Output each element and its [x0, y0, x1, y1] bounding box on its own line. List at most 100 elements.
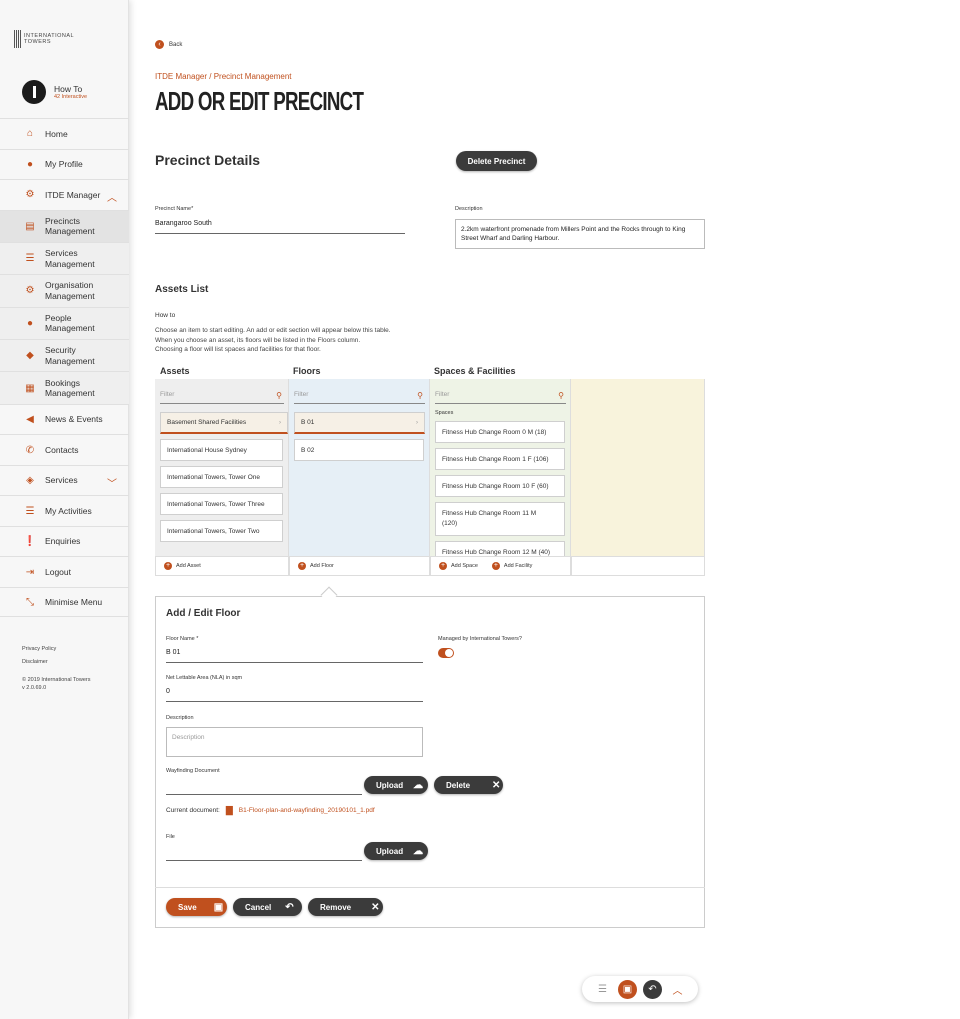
- chevron-right-icon: ›: [416, 419, 418, 426]
- nav-item-precincts-management[interactable]: ▤ Precincts Management: [0, 209, 129, 242]
- save-label: Save: [178, 902, 197, 912]
- search-icon[interactable]: ⚲: [558, 391, 564, 400]
- upload-label: Upload: [376, 780, 404, 790]
- description-textarea[interactable]: 2.2km waterfront promenade from Millers …: [455, 219, 705, 249]
- space-item[interactable]: Fitness Hub Change Room 11 M (120): [435, 502, 565, 536]
- undo-icon[interactable]: ↶: [643, 979, 662, 999]
- nav-item-logout[interactable]: ⇥ Logout: [0, 556, 129, 587]
- nav-label-services: Services: [45, 248, 78, 259]
- space-label-1: Fitness Hub Change Room 0 M (18): [442, 428, 547, 436]
- breadcrumb[interactable]: ITDE Manager / Precinct Management: [155, 72, 292, 81]
- asset-item[interactable]: International Towers, Tower Three: [160, 493, 283, 515]
- plus-circle-icon: +: [491, 562, 500, 570]
- asset-item[interactable]: International Towers, Tower One: [160, 466, 283, 488]
- add-space-button[interactable]: + Add Space: [439, 562, 478, 570]
- back-arrow-icon: ‹: [155, 40, 164, 49]
- person-icon: ●: [26, 158, 34, 170]
- nav-item-my-profile[interactable]: ● My Profile: [0, 148, 129, 180]
- floor-description-textarea[interactable]: Description: [166, 727, 423, 757]
- nav-item-enquiries[interactable]: ❗ Enquiries: [0, 525, 129, 557]
- nav-item-home[interactable]: ⌂ Home: [0, 118, 129, 149]
- floor-item[interactable]: B 01 ›: [294, 412, 425, 434]
- facilities-column: [571, 379, 705, 556]
- save-icon[interactable]: ▣: [618, 979, 637, 999]
- managed-toggle[interactable]: [438, 648, 454, 658]
- space-item[interactable]: Fitness Hub Change Room 10 F (60): [435, 475, 565, 497]
- chevron-down-icon[interactable]: ﹀: [107, 475, 117, 490]
- search-icon[interactable]: ⚲: [276, 391, 282, 400]
- nav-label-home: Home: [45, 128, 68, 139]
- assets-column-header: Assets: [160, 366, 190, 376]
- nav-label-security: Security: [45, 345, 76, 356]
- file-upload-label: Upload: [376, 846, 404, 856]
- nav-item-minimise-menu[interactable]: ⤡ Minimise Menu: [0, 586, 129, 618]
- add-floor-button[interactable]: + Add Floor: [289, 556, 430, 576]
- chevron-up-icon[interactable]: ︿: [107, 189, 117, 204]
- floor-form-heading: Add / Edit Floor: [166, 608, 241, 619]
- chevron-up-icon[interactable]: ︿: [668, 980, 687, 999]
- wayfinding-label: Wayfinding Document: [166, 768, 220, 774]
- nav-item-contacts[interactable]: ✆ Contacts: [0, 434, 129, 465]
- help-line-2: When you choose an asset, its floors wil…: [155, 336, 361, 344]
- space-item[interactable]: Fitness Hub Change Room 12 M (40): [435, 541, 565, 556]
- precinct-name-input[interactable]: Barangaroo South: [155, 220, 212, 227]
- back-link[interactable]: ‹ Back: [155, 40, 182, 49]
- cancel-label: Cancel: [245, 902, 272, 912]
- cancel-button[interactable]: Cancel ↶: [233, 898, 302, 916]
- spaces-column: Filter ⚲ Spaces Fitness Hub Change Room 0…: [430, 379, 571, 556]
- people-gear-icon: ●: [26, 317, 34, 329]
- add-asset-button[interactable]: + Add Asset: [155, 556, 289, 576]
- brand-logo[interactable]: INTERNATIONAL TOWERS: [14, 30, 74, 48]
- space-item[interactable]: Fitness Hub Change Room 1 F (106): [435, 448, 565, 470]
- remove-button[interactable]: Remove ✕: [308, 898, 383, 916]
- user-profile[interactable]: How To 42 Interactive: [22, 80, 87, 104]
- file-input[interactable]: [166, 860, 362, 861]
- nav-item-services-management[interactable]: ☰ Services Management: [0, 241, 129, 275]
- delete-precinct-button[interactable]: Delete Precinct: [456, 151, 537, 171]
- add-asset-label: Add Asset: [176, 563, 201, 569]
- search-icon[interactable]: ⚲: [417, 391, 423, 400]
- floors-filter-input[interactable]: Filter ⚲: [294, 389, 425, 404]
- nav-label-contacts: Contacts: [45, 444, 79, 455]
- current-doc-link[interactable]: B1-Floor-plan-and-wayfinding_20190101_1.…: [239, 807, 375, 814]
- privacy-link[interactable]: Privacy Policy: [22, 645, 56, 653]
- asset-item[interactable]: Basement Shared Facilities ›: [160, 412, 288, 434]
- nav-label-precincts-mgmt: Management: [45, 226, 95, 237]
- space-item[interactable]: Fitness Hub Change Room 0 M (18): [435, 421, 565, 443]
- nav-item-security-management[interactable]: ◆ Security Management: [0, 339, 129, 372]
- floor-name-input[interactable]: B 01: [166, 649, 180, 656]
- nav-item-services[interactable]: ◈ Services ﹀: [0, 464, 129, 496]
- nav-item-bookings-management[interactable]: ▦ Bookings Management: [0, 371, 129, 404]
- plus-circle-icon: +: [298, 562, 306, 570]
- nav-item-organisation-management[interactable]: ⚙ Organisation Management: [0, 274, 129, 307]
- current-doc-label: Current document:: [166, 807, 220, 814]
- wayfinding-upload-button[interactable]: Upload ☁: [364, 776, 428, 794]
- nav-item-news-events[interactable]: ◀ News & Events: [0, 403, 129, 435]
- precinct-name-underline: [155, 233, 405, 234]
- file-upload-button[interactable]: Upload ☁: [364, 842, 428, 860]
- close-icon: ✕: [371, 901, 380, 913]
- assets-filter-input[interactable]: Filter ⚲: [160, 389, 284, 404]
- asset-item[interactable]: International House Sydney: [160, 439, 283, 461]
- nla-input[interactable]: 0: [166, 688, 170, 695]
- empty-footer: [571, 556, 705, 576]
- wayfinding-delete-button[interactable]: Delete ✕: [434, 776, 503, 794]
- disclaimer-link[interactable]: Disclaimer: [22, 658, 48, 666]
- floor-item[interactable]: B 02: [294, 439, 424, 461]
- add-facility-button[interactable]: + Add Facility: [491, 562, 532, 570]
- exclamation-icon: ❗: [23, 536, 37, 548]
- nav-item-my-activities[interactable]: ☰ My Activities: [0, 495, 129, 526]
- asset-item[interactable]: International Towers, Tower Two: [160, 520, 283, 542]
- nav-item-itde-manager[interactable]: ⚙ ITDE Manager ︿: [0, 179, 129, 210]
- help-line-3: Choosing a floor will list spaces and fa…: [155, 346, 321, 353]
- assets-filter-placeholder: Filter: [160, 391, 175, 398]
- nav-label-bookings-mgmt: Management: [45, 388, 95, 399]
- sidebar: INTERNATIONAL TOWERS How To 42 Interactive…: [0, 0, 129, 1019]
- spaces-filter-input[interactable]: Filter ⚲: [435, 389, 566, 404]
- wayfinding-input[interactable]: [166, 794, 362, 795]
- save-button[interactable]: Save ▣: [166, 898, 227, 916]
- menu-icon[interactable]: ☰: [593, 980, 612, 999]
- nav-item-people-management[interactable]: ● People Management: [0, 306, 129, 340]
- home-icon: ⌂: [26, 128, 34, 140]
- help-text: Choose an item to start editing. An add …: [155, 326, 391, 355]
